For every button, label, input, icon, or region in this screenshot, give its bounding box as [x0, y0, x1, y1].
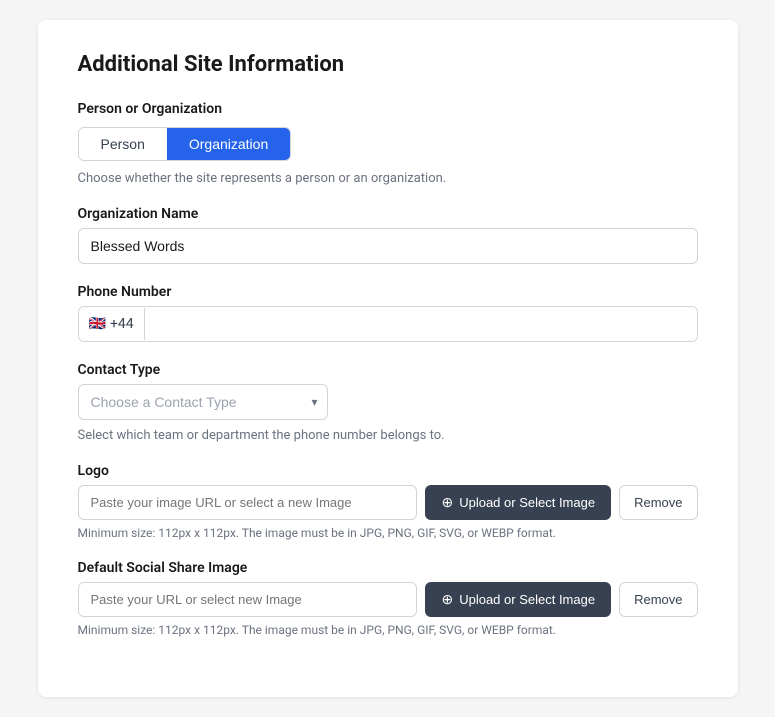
logo-hint: Minimum size: 112px x 112px. The image m…	[78, 526, 698, 540]
logo-url-input[interactable]	[78, 485, 418, 520]
person-org-section: Person or Organization Person Organizati…	[78, 101, 698, 186]
phone-flag: 🇬🇧 +44	[79, 308, 145, 340]
social-share-url-input[interactable]	[78, 582, 418, 617]
org-name-label: Organization Name	[78, 206, 698, 222]
logo-upload-button[interactable]: ⊕ Upload or Select Image	[425, 485, 611, 520]
org-name-section: Organization Name	[78, 206, 698, 264]
phone-input[interactable]	[145, 307, 697, 341]
upload-icon-social: ⊕	[441, 591, 453, 608]
person-button[interactable]: Person	[79, 128, 167, 160]
logo-section: Logo ⊕ Upload or Select Image Remove Min…	[78, 463, 698, 540]
person-org-label: Person or Organization	[78, 101, 698, 117]
phone-section: Phone Number 🇬🇧 +44	[78, 284, 698, 342]
flag-icon: 🇬🇧	[89, 316, 106, 332]
contact-type-helper: Select which team or department the phon…	[78, 428, 698, 443]
person-org-helper: Choose whether the site represents a per…	[78, 171, 698, 186]
social-share-section: Default Social Share Image ⊕ Upload or S…	[78, 560, 698, 637]
organization-button[interactable]: Organization	[167, 128, 290, 160]
additional-site-info-card: Additional Site Information Person or Or…	[38, 20, 738, 697]
social-share-hint: Minimum size: 112px x 112px. The image m…	[78, 623, 698, 637]
phone-wrapper: 🇬🇧 +44	[78, 306, 698, 342]
contact-type-select-wrapper: Choose a Contact Type ▾	[78, 384, 328, 420]
contact-type-select[interactable]: Choose a Contact Type	[78, 384, 328, 420]
upload-icon: ⊕	[441, 494, 453, 511]
social-share-remove-button[interactable]: Remove	[619, 582, 697, 617]
page-title: Additional Site Information	[78, 52, 698, 77]
org-name-input[interactable]	[78, 228, 698, 264]
social-share-label: Default Social Share Image	[78, 560, 698, 576]
contact-type-label: Contact Type	[78, 362, 698, 378]
logo-image-row: ⊕ Upload or Select Image Remove	[78, 485, 698, 520]
social-share-upload-label: Upload or Select Image	[459, 592, 595, 607]
phone-label: Phone Number	[78, 284, 698, 300]
logo-upload-label: Upload or Select Image	[459, 495, 595, 510]
social-share-image-row: ⊕ Upload or Select Image Remove	[78, 582, 698, 617]
person-org-toggle: Person Organization	[78, 127, 292, 161]
social-share-upload-button[interactable]: ⊕ Upload or Select Image	[425, 582, 611, 617]
contact-type-section: Contact Type Choose a Contact Type ▾ Sel…	[78, 362, 698, 443]
logo-label: Logo	[78, 463, 698, 479]
country-code: +44	[110, 316, 134, 332]
logo-remove-button[interactable]: Remove	[619, 485, 697, 520]
